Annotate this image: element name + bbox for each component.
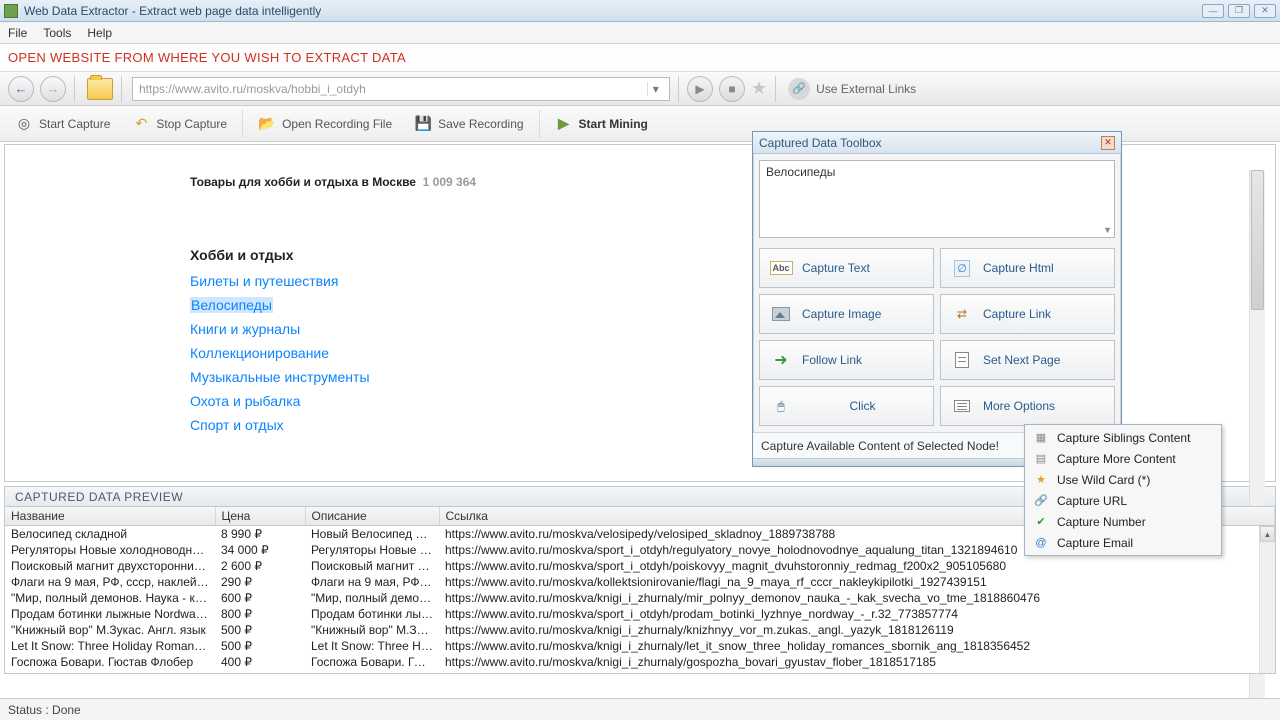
- back-button[interactable]: ←: [8, 76, 34, 102]
- more-options-menu: ▦Capture Siblings Content▤Capture More C…: [1024, 424, 1222, 556]
- follow-arrow-icon: ➜: [770, 349, 792, 371]
- table-row[interactable]: Поисковый магнит двухсторонний Редм...2 …: [5, 558, 1275, 574]
- click-button[interactable]: 🖱Click: [759, 386, 934, 426]
- url-field[interactable]: ▾: [132, 77, 670, 101]
- start-mining-button[interactable]: ▶Start Mining: [546, 110, 657, 138]
- status-bar: Status : Done: [0, 698, 1280, 720]
- target-icon: ◎: [15, 115, 33, 133]
- context-menu-item[interactable]: ★Use Wild Card (*): [1025, 469, 1221, 490]
- close-button[interactable]: ✕: [1254, 4, 1276, 18]
- maximize-button[interactable]: ❐: [1228, 4, 1250, 18]
- category-link[interactable]: Велосипеды: [190, 297, 273, 313]
- set-next-page-button[interactable]: Set Next Page: [940, 340, 1115, 380]
- context-menu-item[interactable]: ✔Capture Number: [1025, 511, 1221, 532]
- menubar: File Tools Help: [0, 22, 1280, 44]
- toolbox-title: Captured Data Toolbox: [759, 136, 882, 150]
- toolbox-selection-text[interactable]: Велосипеды ▼: [759, 160, 1115, 238]
- play-icon: ▶: [555, 115, 573, 133]
- table-row[interactable]: Флаги на 9 мая, РФ, ссср, наклейки,л...2…: [5, 574, 1275, 590]
- context-menu-item[interactable]: ▤Capture More Content: [1025, 448, 1221, 469]
- captured-data-toolbox: Captured Data Toolbox ✕ Велосипеды ▼ Abc…: [752, 131, 1122, 467]
- hint-bar: OPEN WEBSITE FROM WHERE YOU WISH TO EXTR…: [0, 44, 1280, 72]
- url-dropdown-icon[interactable]: ▾: [647, 82, 663, 96]
- open-folder-icon[interactable]: [87, 78, 113, 100]
- abc-icon: Abc: [770, 261, 793, 275]
- table-row[interactable]: Продам ботинки лыжные Nordway - р.32800 …: [5, 606, 1275, 622]
- external-links-icon[interactable]: 🔗: [788, 78, 810, 100]
- link-icon: ⇄: [951, 303, 973, 325]
- stop-button[interactable]: ■: [719, 76, 745, 102]
- status-text: Status : Done: [8, 703, 81, 717]
- cursor-icon: 🖱: [770, 395, 792, 417]
- save-icon: 💾: [414, 115, 432, 133]
- follow-link-button[interactable]: ➜Follow Link: [759, 340, 934, 380]
- context-menu-item[interactable]: ▦Capture Siblings Content: [1025, 427, 1221, 448]
- html-icon: ∅: [954, 260, 970, 277]
- more-options-button[interactable]: More Options: [940, 386, 1115, 426]
- forward-button[interactable]: →: [40, 76, 66, 102]
- table-row[interactable]: Госпожа Бовари. Гюстав Флобер400 ₽Госпож…: [5, 654, 1275, 670]
- table-row[interactable]: "Мир, полный демонов. Наука - как све...…: [5, 590, 1275, 606]
- image-icon: [772, 307, 790, 321]
- menu-item-icon: @: [1033, 535, 1049, 551]
- page-title-count: 1 009 364: [423, 175, 476, 189]
- open-recording-button[interactable]: 📂Open Recording File: [249, 110, 401, 138]
- url-input[interactable]: [139, 82, 647, 96]
- menu-item-icon: ▤: [1033, 451, 1049, 467]
- scrollbar-thumb[interactable]: [1251, 170, 1264, 310]
- nav-toolbar: ← → ▾ ▶ ■ ★ 🔗 Use External Links: [0, 72, 1280, 106]
- capture-text-button[interactable]: AbcCapture Text: [759, 248, 934, 288]
- menu-item-icon: 🔗: [1033, 493, 1049, 509]
- menu-item-icon: ★: [1033, 472, 1049, 488]
- context-menu-item[interactable]: @Capture Email: [1025, 532, 1221, 553]
- capture-html-button[interactable]: ∅Capture Html: [940, 248, 1115, 288]
- scroll-up-icon[interactable]: ▲: [1260, 526, 1275, 542]
- column-header[interactable]: Название: [5, 507, 215, 526]
- window-title: Web Data Extractor - Extract web page da…: [24, 4, 321, 18]
- save-recording-button[interactable]: 💾Save Recording: [405, 110, 532, 138]
- list-icon: [954, 400, 970, 412]
- column-header[interactable]: Описание: [305, 507, 439, 526]
- table-row[interactable]: Let It Snow: Three Holiday Romances (сбо…: [5, 638, 1275, 654]
- toolbox-close-icon[interactable]: ✕: [1101, 136, 1115, 150]
- menu-help[interactable]: Help: [87, 26, 112, 40]
- context-menu-item[interactable]: 🔗Capture URL: [1025, 490, 1221, 511]
- favorite-icon[interactable]: ★: [751, 78, 767, 99]
- start-capture-button[interactable]: ◎Start Capture: [6, 110, 119, 138]
- menu-item-icon: ✔: [1033, 514, 1049, 530]
- stop-capture-button[interactable]: ↶Stop Capture: [123, 110, 236, 138]
- menu-item-icon: ▦: [1033, 430, 1049, 446]
- menu-tools[interactable]: Tools: [43, 26, 71, 40]
- column-header[interactable]: Цена: [215, 507, 305, 526]
- capture-link-button[interactable]: ⇄Capture Link: [940, 294, 1115, 334]
- minimize-button[interactable]: —: [1202, 4, 1224, 18]
- titlebar: Web Data Extractor - Extract web page da…: [0, 0, 1280, 22]
- external-links-label: Use External Links: [816, 82, 916, 96]
- play-button[interactable]: ▶: [687, 76, 713, 102]
- undo-icon: ↶: [132, 115, 150, 133]
- capture-image-button[interactable]: Capture Image: [759, 294, 934, 334]
- chevron-down-icon[interactable]: ▼: [1103, 225, 1112, 235]
- page-icon: [955, 352, 969, 368]
- table-scrollbar[interactable]: ▲: [1259, 526, 1275, 673]
- menu-file[interactable]: File: [8, 26, 27, 40]
- app-icon: [4, 4, 18, 18]
- folder-open-icon: 📂: [258, 115, 276, 133]
- table-row[interactable]: "Книжный вор" М.Зукас. Англ. язык500 ₽"К…: [5, 622, 1275, 638]
